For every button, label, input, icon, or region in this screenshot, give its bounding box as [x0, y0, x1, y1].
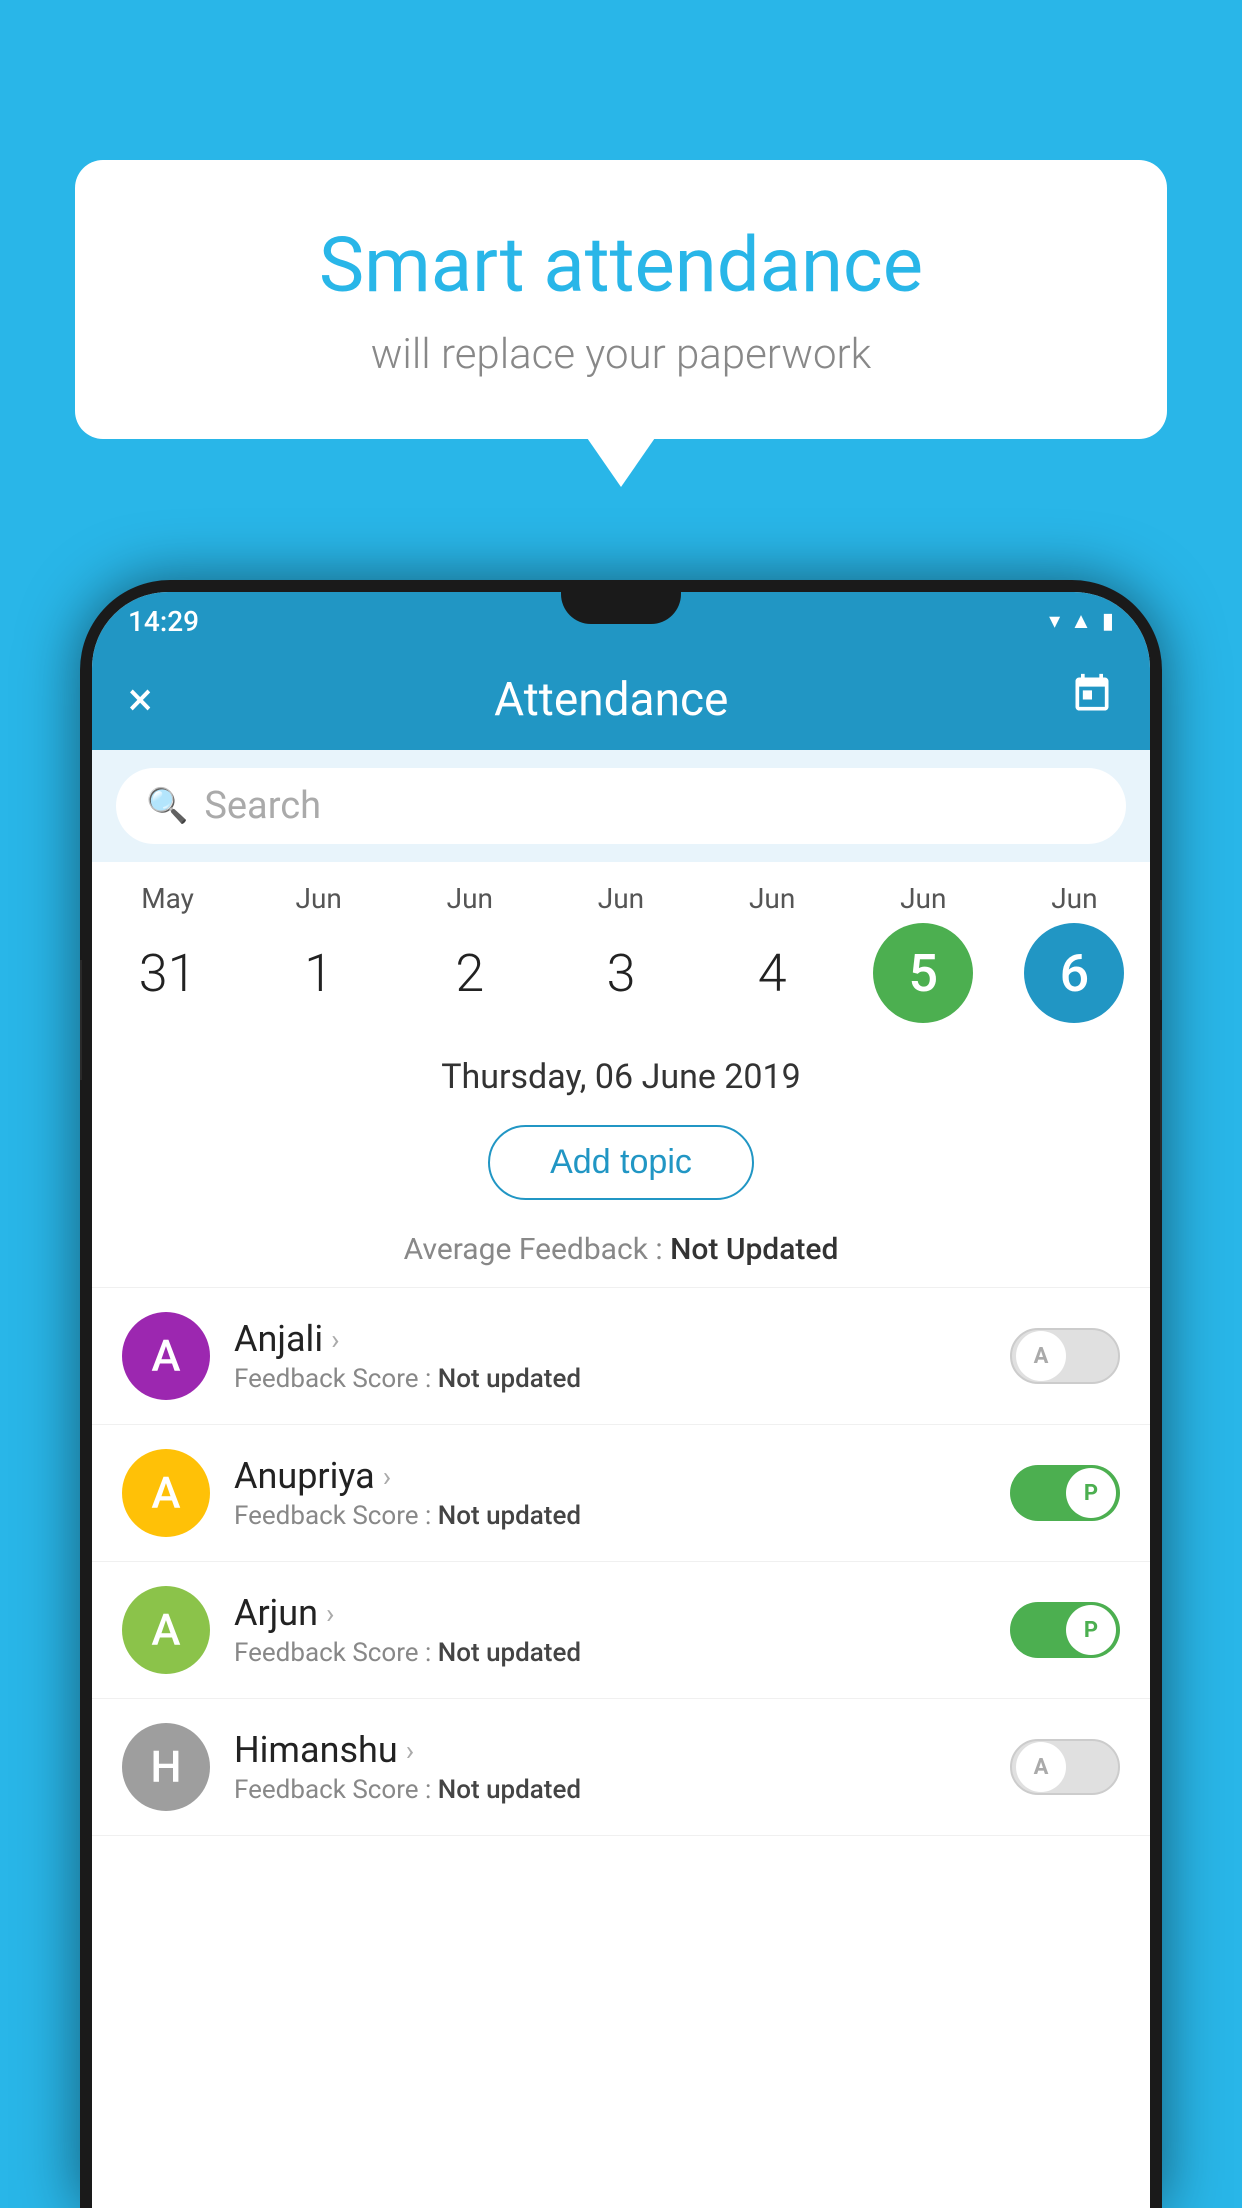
avg-feedback-label: Average Feedback : [404, 1232, 670, 1267]
toggle-0[interactable]: A [1010, 1328, 1120, 1384]
cal-date-4: 4 [722, 923, 822, 1023]
cal-month-2: Jun [447, 882, 493, 915]
side-button-left [80, 960, 82, 1080]
student-info-0: Anjali› Feedback Score : Not updated [234, 1318, 986, 1394]
status-icons: ▾ ▲ ▮ [1049, 608, 1114, 634]
avg-feedback: Average Feedback : Not Updated [92, 1218, 1150, 1288]
toggle-container-2[interactable]: P [1010, 1602, 1120, 1658]
avg-feedback-value: Not Updated [670, 1232, 838, 1267]
student-avatar-0: A [122, 1312, 210, 1400]
cal-date-0: 31 [118, 923, 218, 1023]
side-button-right-volume-up [1160, 900, 1162, 1000]
signal-icon: ▲ [1070, 608, 1092, 634]
bubble-subtitle: will replace your paperwork [135, 330, 1107, 379]
phone-frame: 14:29 ▾ ▲ ▮ × Attendance 🔍 Search [80, 580, 1162, 2208]
student-avatar-1: A [122, 1449, 210, 1537]
cal-month-0: May [141, 882, 194, 915]
calendar-strip: May 31 Jun 1 Jun 2 Jun 3 Jun 4 Jun 5 Jun 6 [92, 862, 1150, 1033]
cal-date-6: 6 [1024, 923, 1124, 1023]
feedback-label-0: Feedback Score : [234, 1364, 438, 1394]
student-list: AAnjali›Feedback Score : Not updatedAAAn… [92, 1288, 1150, 1836]
feedback-label-1: Feedback Score : [234, 1501, 438, 1531]
student-name-0: Anjali [234, 1318, 323, 1360]
toggle-2[interactable]: P [1010, 1602, 1120, 1658]
student-item-1: A Anupriya› Feedback Score : Not updated P [92, 1425, 1150, 1562]
calendar-icon[interactable] [1070, 672, 1114, 728]
toggle-container-1[interactable]: P [1010, 1465, 1120, 1521]
calendar-day-6[interactable]: Jun 6 [1009, 882, 1139, 1023]
wifi-icon: ▾ [1049, 609, 1060, 634]
toggle-container-3[interactable]: A [1010, 1739, 1120, 1795]
add-topic-button[interactable]: Add topic [488, 1125, 754, 1200]
calendar-day-2[interactable]: Jun 2 [405, 882, 535, 1023]
chevron-icon-2: › [326, 1597, 334, 1630]
search-bar[interactable]: 🔍 Search [116, 768, 1126, 844]
calendar-day-3[interactable]: Jun 3 [556, 882, 686, 1023]
feedback-label-3: Feedback Score : [234, 1775, 438, 1805]
student-name-3: Himanshu [234, 1729, 398, 1771]
cal-date-3: 3 [571, 923, 671, 1023]
cal-date-5: 5 [873, 923, 973, 1023]
status-time: 14:29 [128, 605, 199, 638]
student-item-2: A Arjun› Feedback Score : Not updated P [92, 1562, 1150, 1699]
calendar-day-5[interactable]: Jun 5 [858, 882, 988, 1023]
phone-notch [561, 580, 681, 624]
date-info: Thursday, 06 June 2019 [92, 1033, 1150, 1107]
add-topic-container: Add topic [92, 1107, 1150, 1218]
student-avatar-2: A [122, 1586, 210, 1674]
cal-month-1: Jun [296, 882, 342, 915]
toggle-1[interactable]: P [1010, 1465, 1120, 1521]
student-name-1: Anupriya [234, 1455, 375, 1497]
app-bar: × Attendance [92, 650, 1150, 750]
selected-date: Thursday, 06 June 2019 [441, 1057, 801, 1097]
app-bar-title: Attendance [494, 673, 728, 727]
calendar-day-0[interactable]: May 31 [103, 882, 233, 1023]
close-icon[interactable]: × [128, 673, 153, 727]
student-info-3: Himanshu› Feedback Score : Not updated [234, 1729, 986, 1805]
calendar-day-4[interactable]: Jun 4 [707, 882, 837, 1023]
student-item-0: A Anjali› Feedback Score : Not updated A [92, 1288, 1150, 1425]
chevron-icon-1: › [383, 1460, 391, 1493]
speech-bubble: Smart attendance will replace your paper… [75, 160, 1167, 439]
cal-month-6: Jun [1051, 882, 1097, 915]
battery-icon: ▮ [1102, 609, 1114, 634]
cal-date-2: 2 [420, 923, 520, 1023]
toggle-knob-1: P [1066, 1468, 1116, 1518]
chevron-icon-3: › [406, 1734, 414, 1767]
side-button-right-volume-down [1160, 1030, 1162, 1190]
student-info-2: Arjun› Feedback Score : Not updated [234, 1592, 986, 1668]
cal-month-4: Jun [749, 882, 795, 915]
phone-screen: 14:29 ▾ ▲ ▮ × Attendance 🔍 Search [92, 592, 1150, 2208]
feedback-label-2: Feedback Score : [234, 1638, 438, 1668]
student-avatar-3: H [122, 1723, 210, 1811]
cal-date-1: 1 [269, 923, 369, 1023]
student-name-2: Arjun [234, 1592, 318, 1634]
calendar-day-1[interactable]: Jun 1 [254, 882, 384, 1023]
toggle-container-0[interactable]: A [1010, 1328, 1120, 1384]
toggle-knob-3: A [1016, 1742, 1066, 1792]
toggle-knob-2: P [1066, 1605, 1116, 1655]
search-bar-container: 🔍 Search [92, 750, 1150, 862]
feedback-value-1: Not updated [438, 1501, 581, 1531]
bubble-title: Smart attendance [135, 220, 1107, 310]
chevron-icon-0: › [331, 1323, 339, 1356]
feedback-value-3: Not updated [438, 1775, 581, 1805]
cal-month-3: Jun [598, 882, 644, 915]
toggle-knob-0: A [1016, 1331, 1066, 1381]
search-icon: 🔍 [146, 786, 188, 826]
cal-month-5: Jun [900, 882, 946, 915]
search-input[interactable]: Search [204, 784, 321, 828]
toggle-3[interactable]: A [1010, 1739, 1120, 1795]
student-info-1: Anupriya› Feedback Score : Not updated [234, 1455, 986, 1531]
feedback-value-0: Not updated [438, 1364, 581, 1394]
student-item-3: H Himanshu› Feedback Score : Not updated A [92, 1699, 1150, 1836]
feedback-value-2: Not updated [438, 1638, 581, 1668]
